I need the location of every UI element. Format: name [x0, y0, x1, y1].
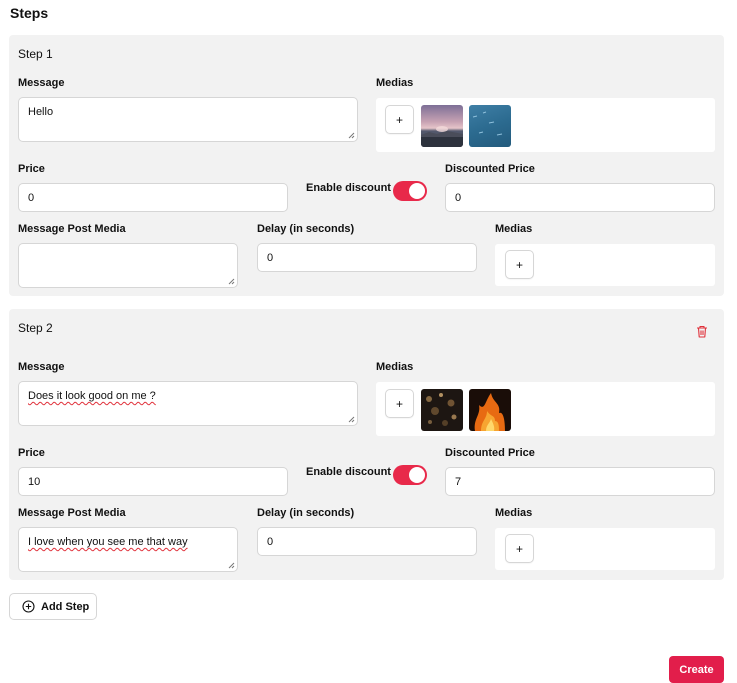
resize-grip-icon[interactable]: [228, 562, 235, 569]
add-step-label: Add Step: [41, 600, 90, 613]
discounted-price-label: Discounted Price: [445, 447, 535, 459]
toggle-knob: [409, 183, 425, 199]
resize-grip-icon[interactable]: [228, 278, 235, 285]
message-text: Does it look good on me ?: [28, 390, 156, 402]
discounted-price-label: Discounted Price: [445, 163, 535, 175]
message-label: Message: [18, 361, 65, 373]
enable-discount-label: Enable discount: [306, 466, 391, 478]
medias-label: Medias: [376, 77, 414, 89]
add-step-button[interactable]: Add Step: [9, 593, 97, 620]
discounted-price-input[interactable]: 7: [445, 467, 715, 496]
fire-photo: [474, 393, 505, 431]
post-medias-label: Medias: [495, 223, 533, 235]
message-textarea[interactable]: Does it look good on me ?: [18, 381, 358, 426]
post-media-textarea[interactable]: [18, 243, 238, 288]
delay-input[interactable]: 0: [257, 527, 477, 556]
post-media-label: Message Post Media: [18, 507, 126, 519]
message-text: Hello: [28, 106, 54, 118]
message-label: Message: [18, 77, 65, 89]
add-post-media-button[interactable]: +: [505, 534, 534, 563]
media-thumbnail-fire[interactable]: [469, 389, 511, 431]
delay-input[interactable]: 0: [257, 243, 477, 272]
add-media-button[interactable]: +: [385, 105, 414, 134]
step-title: Step 2: [18, 321, 53, 335]
sunset-over-water-photo: [421, 126, 463, 147]
blue-water-photo: [472, 111, 503, 136]
discounted-price-input[interactable]: 0: [445, 183, 715, 212]
bokeh-lights-photo: [426, 393, 457, 426]
post-media-label: Message Post Media: [18, 223, 126, 235]
post-media-textarea[interactable]: I love when you see me that way: [18, 527, 238, 572]
add-media-button[interactable]: +: [385, 389, 414, 418]
media-panel: +: [376, 98, 715, 152]
post-media-panel: +: [495, 244, 715, 286]
price-input[interactable]: 10: [18, 467, 288, 496]
post-media-panel: +: [495, 528, 715, 570]
media-thumbnail-water[interactable]: [469, 105, 511, 147]
medias-label: Medias: [376, 361, 414, 373]
price-label: Price: [18, 163, 45, 175]
enable-discount-toggle[interactable]: [393, 181, 427, 201]
price-input[interactable]: 0: [18, 183, 288, 212]
delay-label: Delay (in seconds): [257, 223, 355, 235]
price-label: Price: [18, 447, 45, 459]
step-card: Step 1 Message Hello Medias + Price 0 En…: [9, 35, 724, 296]
plus-circle-icon: [22, 600, 35, 613]
toggle-knob: [409, 467, 425, 483]
post-media-text: I love when you see me that way: [28, 536, 188, 548]
media-thumbnail-bokeh[interactable]: [421, 389, 463, 431]
page-title: Steps: [10, 5, 49, 21]
create-button[interactable]: Create: [669, 656, 724, 683]
post-medias-label: Medias: [495, 507, 533, 519]
trash-icon[interactable]: [696, 325, 708, 338]
resize-grip-icon[interactable]: [348, 416, 355, 423]
step-card: Step 2 Message Does it look good on me ?…: [9, 309, 724, 580]
enable-discount-toggle[interactable]: [393, 465, 427, 485]
media-thumbnail-sunset[interactable]: [421, 105, 463, 147]
resize-grip-icon[interactable]: [348, 132, 355, 139]
message-textarea[interactable]: Hello: [18, 97, 358, 142]
step-title: Step 1: [18, 47, 53, 61]
delay-label: Delay (in seconds): [257, 507, 355, 519]
media-panel: +: [376, 382, 715, 436]
add-post-media-button[interactable]: +: [505, 250, 534, 279]
enable-discount-label: Enable discount: [306, 182, 391, 194]
